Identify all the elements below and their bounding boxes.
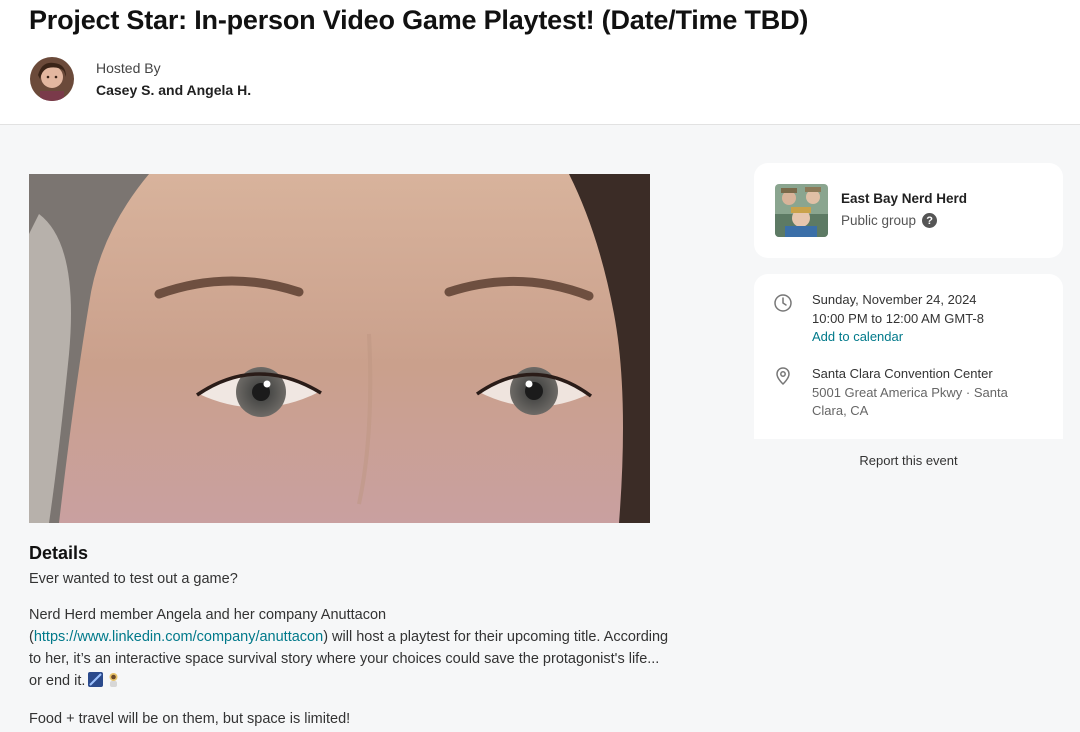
event-cover-image xyxy=(29,174,650,523)
venue-name[interactable]: Santa Clara Convention Center xyxy=(812,365,1042,384)
details-paragraph: Nerd Herd member Angela and her company … xyxy=(29,604,669,694)
venue-address: 5001 Great America Pkwy · Santa Clara, C… xyxy=(812,384,1008,419)
anuttacon-link[interactable]: https://www.linkedin.com/company/anuttac… xyxy=(34,629,323,645)
event-header: Project Star: In-person Video Game Playt… xyxy=(0,0,1080,125)
event-time: 10:00 PM to 12:00 AM GMT-8 xyxy=(812,310,984,326)
hosted-by-label: Hosted By xyxy=(96,60,161,76)
event-date: Sunday, November 24, 2024 xyxy=(812,292,977,307)
host-avatar[interactable] xyxy=(30,57,74,101)
group-card[interactable]: East Bay Nerd Herd Public group ? xyxy=(754,163,1063,258)
event-location: Santa Clara Convention Center 5001 Great… xyxy=(812,365,1042,421)
group-thumbnail[interactable] xyxy=(775,184,828,237)
clock-icon xyxy=(773,293,793,313)
group-name[interactable]: East Bay Nerd Herd xyxy=(841,191,967,206)
event-info-card: Sunday, November 24, 2024 10:00 PM to 12… xyxy=(754,274,1063,439)
event-datetime: Sunday, November 24, 2024 10:00 PM to 12… xyxy=(812,291,1042,347)
details-paragraph: Ever wanted to test out a game? xyxy=(29,571,238,587)
location-pin-icon xyxy=(773,366,793,386)
space-emoji-icon xyxy=(88,672,104,694)
report-event-link[interactable]: Report this event xyxy=(754,453,1063,468)
details-paragraph: Food + travel will be on them, but space… xyxy=(29,711,351,727)
help-icon[interactable]: ? xyxy=(922,213,938,228)
group-type-label: Public group xyxy=(841,213,917,228)
host-names[interactable]: Casey S. and Angela H. xyxy=(96,82,251,98)
event-title: Project Star: In-person Video Game Playt… xyxy=(29,5,809,35)
group-type: Public group ? xyxy=(841,213,938,228)
add-to-calendar-link[interactable]: Add to calendar xyxy=(812,328,1042,347)
astronaut-emoji-icon xyxy=(106,672,121,694)
details-heading: Details xyxy=(29,543,89,563)
